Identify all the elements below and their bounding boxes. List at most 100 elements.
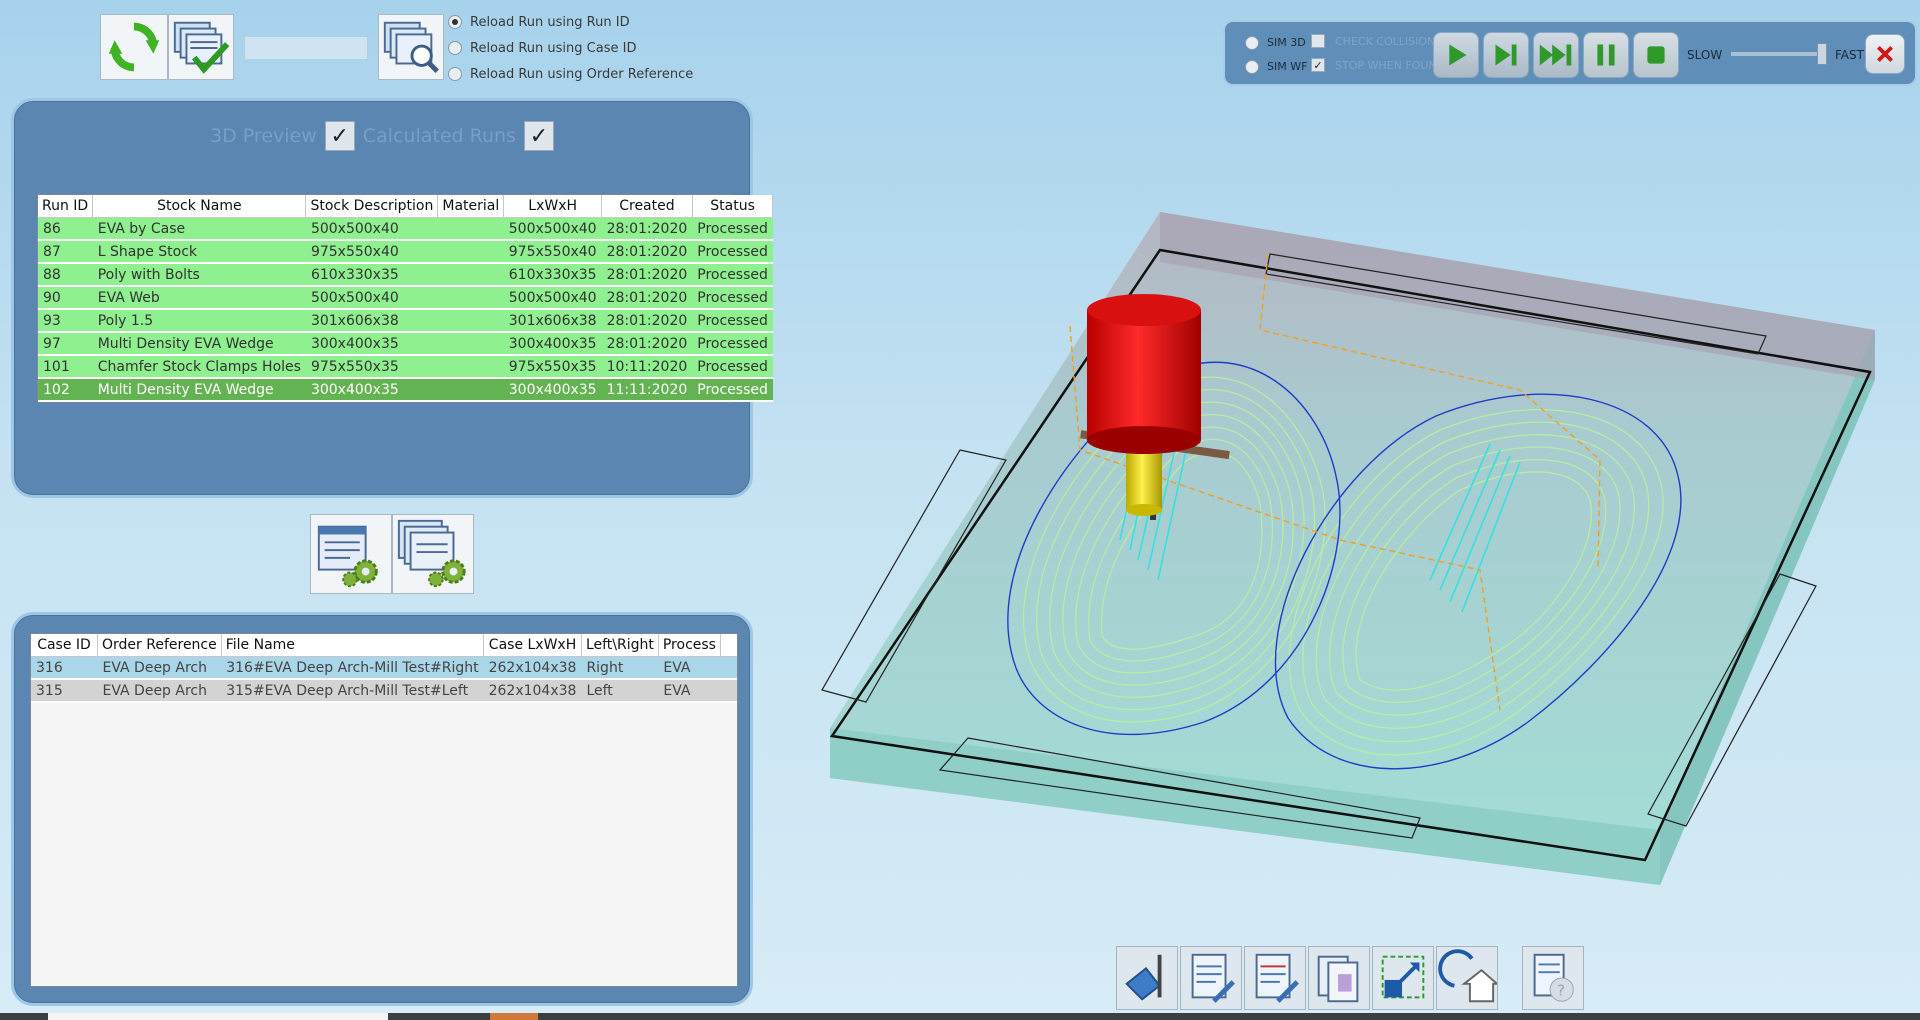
radio-icon	[448, 67, 462, 81]
created-cell: 28:01:2020	[601, 240, 693, 264]
stock-name-cell: EVA Web	[92, 286, 306, 310]
column-header[interactable]: Left\Right	[581, 634, 659, 657]
stock-description-cell: 610x330x35	[305, 263, 438, 287]
check-collisions-label: CHECK COLLISIONS	[1335, 35, 1443, 48]
order-reference-cell: EVA Deep Arch	[97, 656, 222, 680]
reload-option-order-reference[interactable]: Reload Run using Order Reference	[448, 63, 693, 85]
stock-description-cell: 975x550x35	[305, 355, 438, 379]
status-bar-indicator	[490, 1013, 538, 1020]
stock-name-cell: Multi Density EVA Wedge	[92, 378, 306, 402]
column-header[interactable]: Process	[658, 634, 721, 657]
probe-tool-button[interactable]	[1116, 946, 1178, 1010]
table-row[interactable]: 90 EVA Web 500x500x40 500x500x40 28:01:2…	[38, 286, 773, 310]
fit-view-icon	[1381, 955, 1425, 999]
simulation-toolbar: SIM 3D SIM WF CHECK COLLISIONS ✓ STOP WH…	[1223, 20, 1917, 86]
status-cell: Processed	[692, 286, 773, 310]
nc-edit-alt-button[interactable]	[1244, 946, 1306, 1010]
refresh-button[interactable]	[100, 14, 168, 80]
table-row[interactable]: 87 L Shape Stock 975x550x40 975x550x40 2…	[38, 240, 773, 264]
lxwxh-cell: 300x400x35	[503, 378, 602, 402]
material-cell	[437, 286, 504, 310]
stop-when-found-label: STOP WHEN FOUND	[1335, 59, 1446, 72]
play-button[interactable]	[1433, 32, 1479, 78]
order-reference-cell: EVA Deep Arch	[97, 679, 222, 703]
status-cell: Processed	[692, 240, 773, 264]
column-header[interactable]: Created	[601, 195, 693, 218]
row-filler	[720, 679, 737, 703]
status-bar	[0, 1013, 1920, 1020]
created-cell: 28:01:2020	[601, 332, 693, 356]
column-header[interactable]: Order Reference	[97, 634, 222, 657]
material-cell	[437, 217, 504, 241]
run-id-cell: 88	[38, 263, 93, 287]
run-id-cell: 102	[38, 378, 93, 402]
runs-grid[interactable]: Run ID Stock Name Stock Description Mate…	[37, 194, 774, 403]
column-header[interactable]: File Name	[221, 634, 485, 657]
cases-grid[interactable]: Case ID Order Reference File Name Case L…	[30, 633, 738, 987]
column-header[interactable]: Case ID	[31, 634, 98, 657]
column-header[interactable]: Status	[692, 195, 774, 218]
3d-viewport[interactable]	[780, 150, 1910, 910]
table-row[interactable]: 97 Multi Density EVA Wedge 300x400x35 30…	[38, 332, 773, 356]
status-cell: Processed	[692, 309, 773, 333]
runs-header-row: Run ID Stock Name Stock Description Mate…	[38, 195, 774, 218]
column-header[interactable]: Material	[437, 195, 505, 218]
fast-forward-button[interactable]	[1533, 32, 1579, 78]
column-header[interactable]: Stock Description	[305, 195, 439, 218]
help-button[interactable]: ?	[1522, 946, 1584, 1010]
table-row[interactable]: 93 Poly 1.5 301x606x38 301x606x38 28:01:…	[38, 309, 773, 333]
fit-view-button[interactable]	[1372, 946, 1434, 1010]
table-row[interactable]: 101 Chamfer Stock Clamps Holes 975x550x3…	[38, 355, 773, 379]
close-simulation-button[interactable]	[1865, 34, 1905, 74]
column-header[interactable]: Run ID	[38, 195, 94, 218]
nc-edit-icon	[1191, 953, 1235, 1003]
lxwxh-cell: 500x500x40	[503, 286, 602, 310]
stop-icon	[1647, 46, 1665, 64]
table-row[interactable]: 88 Poly with Bolts 610x330x35 610x330x35…	[38, 263, 773, 287]
table-row[interactable]: 316 EVA Deep Arch 316#EVA Deep Arch-Mill…	[31, 656, 737, 680]
run-id-input[interactable]	[244, 36, 368, 60]
stock-name-cell: L Shape Stock	[92, 240, 306, 264]
sim-3d-radio[interactable]	[1245, 36, 1259, 50]
table-row[interactable]: 86 EVA by Case 500x500x40 500x500x40 28:…	[38, 217, 773, 241]
reload-option-case-id[interactable]: Reload Run using Case ID	[448, 37, 636, 59]
material-cell	[437, 263, 504, 287]
preview-label: 3D Preview	[210, 125, 317, 147]
search-run-button[interactable]	[378, 14, 444, 80]
run-settings-button[interactable]	[310, 514, 392, 594]
nc-edit-button[interactable]	[1180, 946, 1242, 1010]
calculate-runs-icon	[173, 21, 230, 74]
calculated-runs-checkbox[interactable]: ✓	[523, 121, 554, 151]
stock-description-cell: 300x400x35	[305, 332, 438, 356]
stop-when-found-checkbox[interactable]: ✓	[1311, 58, 1325, 72]
report-button[interactable]	[1308, 946, 1370, 1010]
step-forward-button[interactable]	[1483, 32, 1529, 78]
column-header[interactable]: LxWxH	[503, 195, 603, 218]
check-collisions-checkbox[interactable]	[1311, 34, 1325, 48]
column-header[interactable]: Stock Name	[92, 195, 307, 218]
column-header-filler	[720, 634, 737, 657]
reload-option-run-id[interactable]: Reload Run using Run ID	[448, 11, 630, 33]
pause-button[interactable]	[1583, 32, 1629, 78]
radio-icon	[448, 15, 462, 29]
home-view-button[interactable]	[1436, 946, 1498, 1010]
preview-checkbox[interactable]: ✓	[324, 121, 355, 151]
multi-run-settings-button[interactable]	[392, 514, 474, 594]
speed-slider[interactable]	[1731, 43, 1827, 65]
home-view-icon	[1438, 949, 1497, 1003]
file-name-cell: 316#EVA Deep Arch-Mill Test#Right	[221, 656, 484, 680]
calculate-runs-button[interactable]	[168, 14, 234, 80]
table-row[interactable]: 315 EVA Deep Arch 315#EVA Deep Arch-Mill…	[31, 679, 737, 703]
sim-wf-radio[interactable]	[1245, 60, 1259, 74]
stop-button[interactable]	[1633, 32, 1679, 78]
reload-option-label: Reload Run using Order Reference	[470, 66, 694, 82]
status-cell: Processed	[692, 355, 773, 379]
stock-description-cell: 500x500x40	[305, 286, 438, 310]
column-header[interactable]: Case LxWxH	[483, 634, 582, 657]
table-row-selected[interactable]: 102 Multi Density EVA Wedge 300x400x35 3…	[38, 378, 773, 402]
stock-name-cell: Poly with Bolts	[92, 263, 306, 287]
speed-slider-thumb[interactable]	[1817, 43, 1827, 65]
material-cell	[437, 355, 504, 379]
material-cell	[437, 332, 504, 356]
nc-edit-alt-icon	[1255, 953, 1299, 1003]
